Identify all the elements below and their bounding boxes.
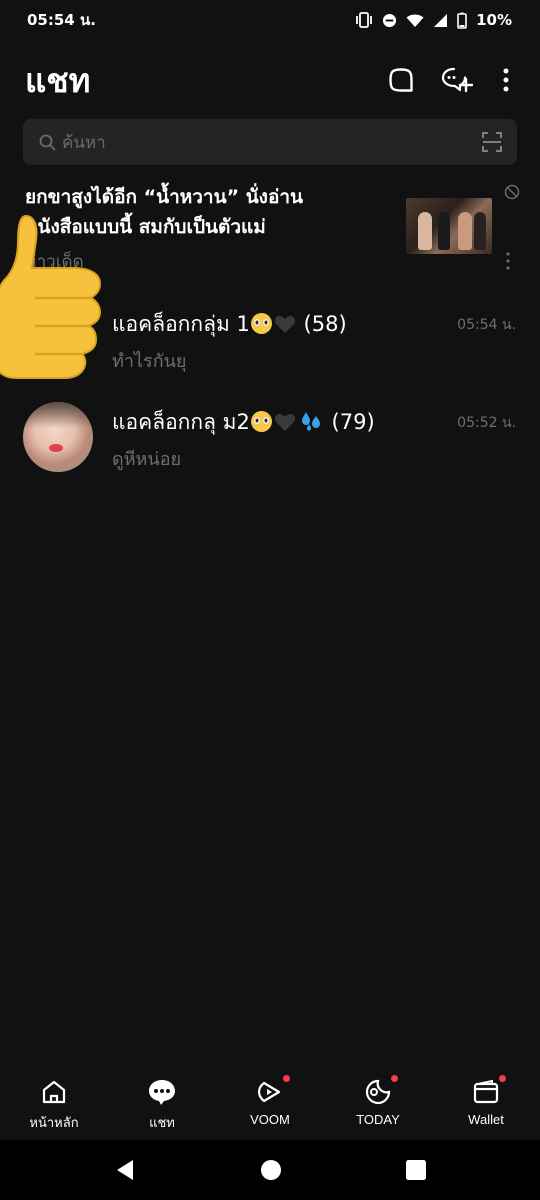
more-options-button[interactable] <box>496 63 516 97</box>
status-bar: 05:54 น. 10% <box>0 0 540 40</box>
nav-label: แชท <box>149 1115 175 1130</box>
chat-last-message: ดูหีหน่อย <box>112 449 182 470</box>
search-input[interactable]: ค้นหา <box>23 119 517 165</box>
open-chat-button[interactable] <box>384 63 418 97</box>
chat-name: แอคล็อกกลุ ม2 (79) <box>112 406 375 439</box>
qr-scan-icon[interactable] <box>481 131 503 153</box>
status-time: 05:54 น. <box>27 11 96 29</box>
chat-list-item[interactable]: แอคล็อกกลุ ม2 (79) ดูหีหน่อย 05:52 น. <box>0 374 540 472</box>
new-chat-button[interactable] <box>440 63 474 97</box>
nav-item-home[interactable]: หน้าหลัก <box>0 1076 108 1133</box>
square-chat-icon <box>389 68 413 92</box>
nav-item-wallet[interactable]: Wallet <box>432 1075 540 1127</box>
pleading-face-icon <box>250 411 272 432</box>
sweat-droplets-icon <box>301 412 320 431</box>
today-icon <box>361 1075 398 1108</box>
vibrate-icon <box>356 12 372 28</box>
wallet-icon <box>469 1075 506 1108</box>
chat-name: แอคล็อกกลุ่ม 1 (58) <box>112 308 347 341</box>
chat-name-text: แอคล็อกกลุ่ม 1 <box>112 312 250 336</box>
avatar <box>23 402 93 472</box>
battery-icon <box>457 12 467 29</box>
chat-member-count: (79) <box>331 410 375 434</box>
chat-last-message: ทำไรกันยุ <box>112 351 187 372</box>
nav-label: TODAY <box>356 1112 400 1127</box>
chat-add-icon <box>441 67 473 93</box>
black-heart-icon <box>274 414 295 431</box>
chat-timestamp: 05:54 น. <box>457 317 516 333</box>
system-navigation-bar <box>0 1140 540 1200</box>
search-placeholder: ค้นหา <box>62 132 106 153</box>
chat-icon <box>145 1076 179 1108</box>
chat-timestamp: 05:52 น. <box>457 415 516 431</box>
recents-icon[interactable] <box>405 1159 427 1181</box>
news-thumbnail <box>406 198 492 254</box>
chat-name-text: แอคล็อกกลุ ม2 <box>112 410 250 434</box>
header: แชท <box>0 50 540 110</box>
battery-level: 10% <box>476 11 512 29</box>
more-vertical-icon <box>503 68 509 92</box>
nav-label: Wallet <box>468 1112 504 1127</box>
status-icons: 10% <box>355 11 512 29</box>
wifi-icon <box>406 14 424 27</box>
nav-item-today[interactable]: TODAY <box>324 1075 432 1127</box>
pleading-face-icon <box>250 313 272 334</box>
nav-item-voom[interactable]: VOOM <box>216 1075 324 1127</box>
do-not-disturb-icon <box>383 13 397 27</box>
voom-icon <box>253 1075 290 1108</box>
hide-ad-icon[interactable] <box>504 184 520 200</box>
nav-item-chat[interactable]: แชท <box>108 1076 216 1133</box>
back-icon[interactable] <box>113 1158 137 1182</box>
thumbs-up-icon <box>0 214 102 379</box>
news-headline-line-1: ยกขาสูงได้อีก “น้ำหวาน” นั่งอ่าน <box>25 186 304 208</box>
header-actions <box>384 63 516 97</box>
chat-member-count: (58) <box>303 312 347 336</box>
notification-dot <box>499 1075 506 1082</box>
nav-label: หน้าหลัก <box>29 1115 79 1130</box>
ad-more-icon[interactable] <box>506 252 510 270</box>
nav-label: VOOM <box>250 1112 290 1127</box>
black-heart-icon <box>274 316 295 333</box>
page-title: แชท <box>25 60 91 100</box>
signal-icon <box>434 13 448 27</box>
home-button-icon[interactable] <box>260 1159 282 1181</box>
notification-dot <box>391 1075 398 1082</box>
search-icon <box>39 134 56 150</box>
bottom-navigation: หน้าหลัก แชท VOOM TODAY Wallet <box>0 1068 540 1140</box>
home-icon <box>37 1076 71 1108</box>
notification-dot <box>283 1075 290 1082</box>
